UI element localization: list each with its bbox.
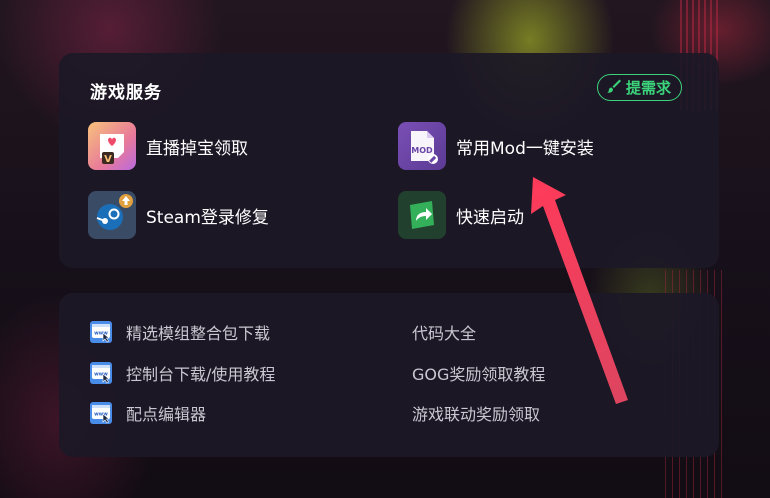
quick-launch-icon bbox=[398, 191, 446, 239]
www-icon: www bbox=[90, 321, 112, 343]
panel-title: 游戏服务 bbox=[90, 83, 162, 103]
service-label: 直播掉宝领取 bbox=[146, 138, 248, 159]
link-codes[interactable]: 代码大全 bbox=[412, 320, 476, 344]
link-label: 代码大全 bbox=[412, 324, 477, 343]
link-label: 精选模组整合包下载 bbox=[126, 324, 271, 343]
game-services-panel: 游戏服务 提需求 V 直播掉宝领取 MOD 常用Mod一键安装 Steam登录修… bbox=[59, 53, 719, 268]
links-panel: www 精选模组整合包下载 www 控制台下载/使用教程 www 配点编辑器 代… bbox=[59, 293, 719, 457]
service-label: 快速启动 bbox=[456, 207, 524, 228]
link-crossover-rewards[interactable]: 游戏联动奖励领取 bbox=[412, 401, 540, 425]
www-icon: www bbox=[90, 362, 112, 384]
www-icon: www bbox=[90, 402, 112, 424]
svg-text:V: V bbox=[104, 154, 112, 165]
link-console-tutorial[interactable]: www 控制台下载/使用教程 bbox=[90, 361, 275, 385]
service-steam-login-fix[interactable]: Steam登录修复 bbox=[88, 191, 269, 239]
link-point-editor[interactable]: www 配点编辑器 bbox=[90, 401, 206, 425]
service-label: 常用Mod一键安装 bbox=[456, 138, 594, 159]
service-live-drops[interactable]: V 直播掉宝领取 bbox=[88, 122, 248, 170]
brush-icon bbox=[606, 78, 622, 98]
service-mod-install[interactable]: MOD 常用Mod一键安装 bbox=[398, 122, 594, 170]
steam-icon bbox=[88, 191, 136, 239]
link-label: 控制台下载/使用教程 bbox=[126, 365, 276, 384]
request-feature-button[interactable]: 提需求 bbox=[597, 74, 683, 101]
link-gog-rewards[interactable]: GOG奖励领取教程 bbox=[412, 361, 545, 385]
link-label: 配点编辑器 bbox=[126, 405, 207, 424]
request-feature-label: 提需求 bbox=[626, 79, 672, 97]
link-label: 游戏联动奖励领取 bbox=[412, 405, 541, 424]
link-label: GOG奖励领取教程 bbox=[412, 365, 546, 384]
live-drops-icon: V bbox=[88, 122, 136, 170]
svg-text:MOD: MOD bbox=[411, 146, 433, 155]
service-label: Steam登录修复 bbox=[146, 207, 269, 228]
mod-install-icon: MOD bbox=[398, 122, 446, 170]
service-quick-launch[interactable]: 快速启动 bbox=[398, 191, 524, 239]
link-modpack-download[interactable]: www 精选模组整合包下载 bbox=[90, 320, 270, 344]
